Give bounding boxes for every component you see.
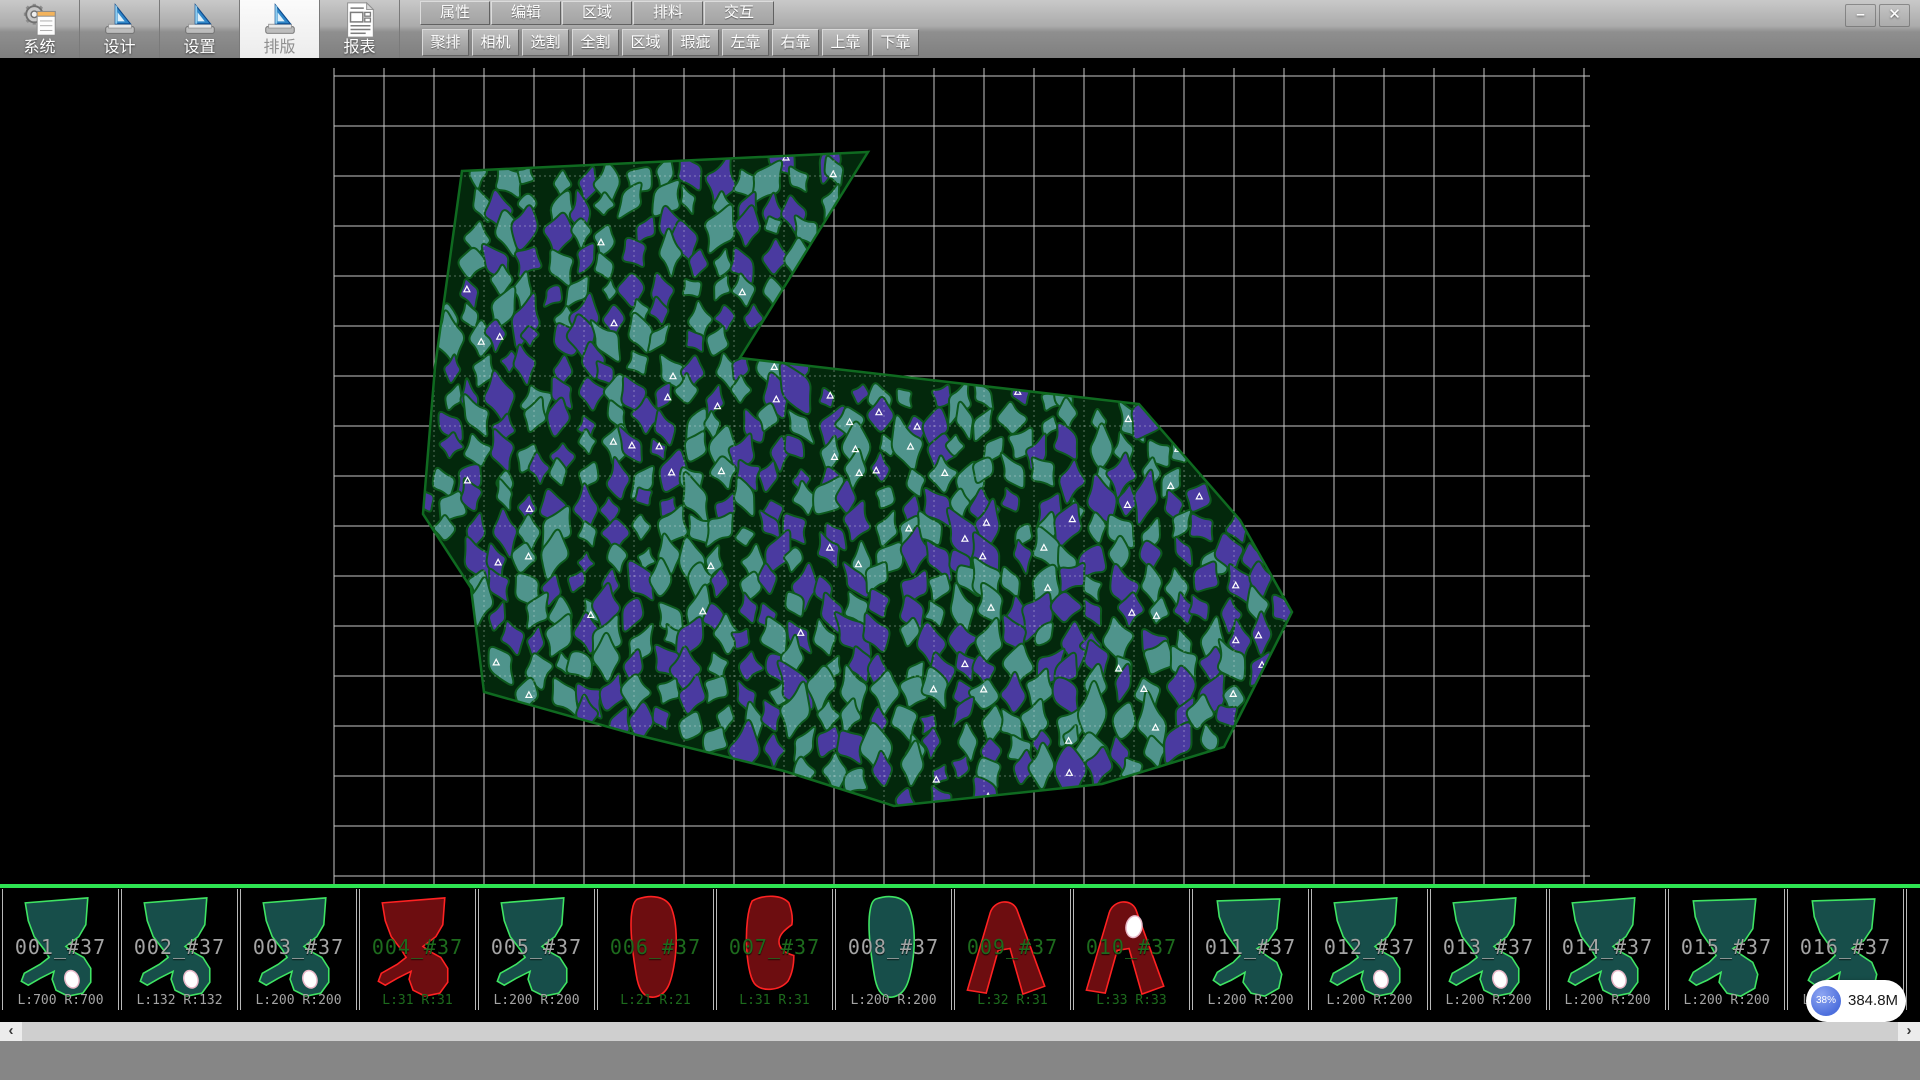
application-window: 系统 设计 设置 排版 — [0, 0, 1920, 1080]
thumbnail-tile[interactable]: 002_#37 L:132 R:132 — [121, 889, 238, 1010]
piece-shape — [241, 889, 358, 1010]
app-button-label: 系统 — [23, 39, 55, 57]
tool-button[interactable]: 相机 — [472, 29, 519, 56]
ribbon-tab[interactable]: 区域 — [562, 1, 632, 25]
app-button-label: 设置 — [183, 39, 215, 57]
thumbnail-tile[interactable]: 006_#37 L:21 R:21 — [597, 889, 714, 1010]
percent-circle-icon: 38% — [1811, 986, 1841, 1016]
piece-shape — [360, 889, 477, 1010]
ribbon-tool-row: 聚排相机选割全割区域瑕疵左靠右靠上靠下靠 — [422, 29, 919, 57]
thumbnail-tile[interactable]: 010_#37 L:33 R:33 — [1073, 889, 1190, 1010]
piece-shape — [1312, 889, 1429, 1010]
piece-shape — [1550, 889, 1667, 1010]
tool-button[interactable]: 右靠 — [772, 29, 819, 56]
ribbon-tab[interactable]: 编辑 — [491, 1, 561, 25]
piece-shape — [1907, 889, 1920, 1010]
thumbnail-tile[interactable]: 011_#37 L:200 R:200 — [1192, 889, 1309, 1010]
piece-shape — [598, 889, 715, 1010]
nesting-canvas-area[interactable] — [0, 58, 1920, 884]
piece-shape — [717, 889, 834, 1010]
piece-shape — [122, 889, 239, 1010]
gear-icon — [21, 1, 59, 39]
ruler-icon — [261, 1, 299, 39]
tool-button[interactable]: 左靠 — [722, 29, 769, 56]
piece-shape — [3, 889, 120, 1010]
ruler-icon — [181, 1, 219, 39]
piece-shape — [955, 889, 1072, 1010]
thumbnail-tile[interactable]: 012_#37 L:200 R:200 — [1311, 889, 1428, 1010]
nesting-canvas[interactable] — [0, 58, 1920, 884]
status-strip — [0, 1041, 1920, 1080]
piece-shape — [836, 889, 953, 1010]
memory-value: 384.8M — [1848, 980, 1898, 1022]
ruler-icon — [101, 1, 139, 39]
minimize-button[interactable]: – — [1845, 4, 1876, 27]
ribbon-tab[interactable]: 属性 — [420, 1, 490, 25]
scroll-left-arrow-icon[interactable]: ‹ — [0, 1022, 22, 1041]
thumbnail-tile[interactable]: 014_#37 L:200 R:200 — [1549, 889, 1666, 1010]
piece-shape — [1669, 889, 1786, 1010]
app-button[interactable]: 设计 — [80, 0, 160, 58]
thumbnail-tile[interactable]: 008_#37 L:200 R:200 — [835, 889, 952, 1010]
thumbnail-tile[interactable]: 003_#37 L:200 R:200 — [240, 889, 357, 1010]
strip-top-border — [0, 884, 1920, 888]
app-button[interactable]: 系统 — [0, 0, 80, 58]
ribbon-tab[interactable]: 排料 — [633, 1, 703, 25]
tool-button[interactable]: 全割 — [572, 29, 619, 56]
app-button-label: 报表 — [343, 39, 375, 57]
tool-button[interactable]: 瑕疵 — [672, 29, 719, 56]
piece-thumbnail-strip: 001_#37 L:700 R:700 002_#37 L:132 R:132 … — [0, 884, 1920, 1010]
thumbnail-tile[interactable]: 001_#37 L:700 R:700 — [2, 889, 119, 1010]
scroll-right-arrow-icon[interactable]: › — [1898, 1022, 1920, 1041]
tool-button[interactable]: 区域 — [622, 29, 669, 56]
ribbon-tab[interactable]: 交互 — [704, 1, 774, 25]
app-button-label: 设计 — [103, 39, 135, 57]
app-button[interactable]: 排版 — [240, 0, 320, 58]
thumbnail-tile[interactable]: 015_#37 L:200 R:200 — [1668, 889, 1785, 1010]
piece-shape — [1074, 889, 1191, 1010]
thumbnail-tile[interactable]: 007_#37 L:31 R:31 — [716, 889, 833, 1010]
tool-button[interactable]: 聚排 — [422, 29, 469, 56]
piece-shape — [1193, 889, 1310, 1010]
app-button-group: 系统 设计 设置 排版 — [0, 0, 400, 58]
thumbnail-tile[interactable]: 005_#37 L:200 R:200 — [478, 889, 595, 1010]
tool-button[interactable]: 选割 — [522, 29, 569, 56]
app-button[interactable]: 报表 — [320, 0, 400, 58]
app-button[interactable]: 设置 — [160, 0, 240, 58]
tool-button[interactable]: 下靠 — [872, 29, 919, 56]
thumbnail-tile[interactable]: 013_#37 L:200 R:200 — [1430, 889, 1547, 1010]
thumbnail-tile[interactable]: 009_#37 L:32 R:31 — [954, 889, 1071, 1010]
ribbon-tab-row: 属性编辑区域排料交互 — [420, 1, 775, 26]
report-icon — [341, 1, 379, 39]
thumbnail-tile-partial[interactable] — [1906, 889, 1920, 1010]
horizontal-scrollbar[interactable]: ‹ › — [0, 1022, 1920, 1041]
memory-badge[interactable]: 38% 384.8M — [1806, 980, 1906, 1022]
close-button[interactable]: ✕ — [1879, 4, 1910, 27]
tool-button[interactable]: 上靠 — [822, 29, 869, 56]
app-button-label: 排版 — [263, 39, 295, 57]
thumbnail-tile[interactable]: 004_#37 L:31 R:31 — [359, 889, 476, 1010]
piece-shape — [479, 889, 596, 1010]
title-bar: 系统 设计 设置 排版 — [0, 0, 1920, 58]
piece-shape — [1431, 889, 1548, 1010]
